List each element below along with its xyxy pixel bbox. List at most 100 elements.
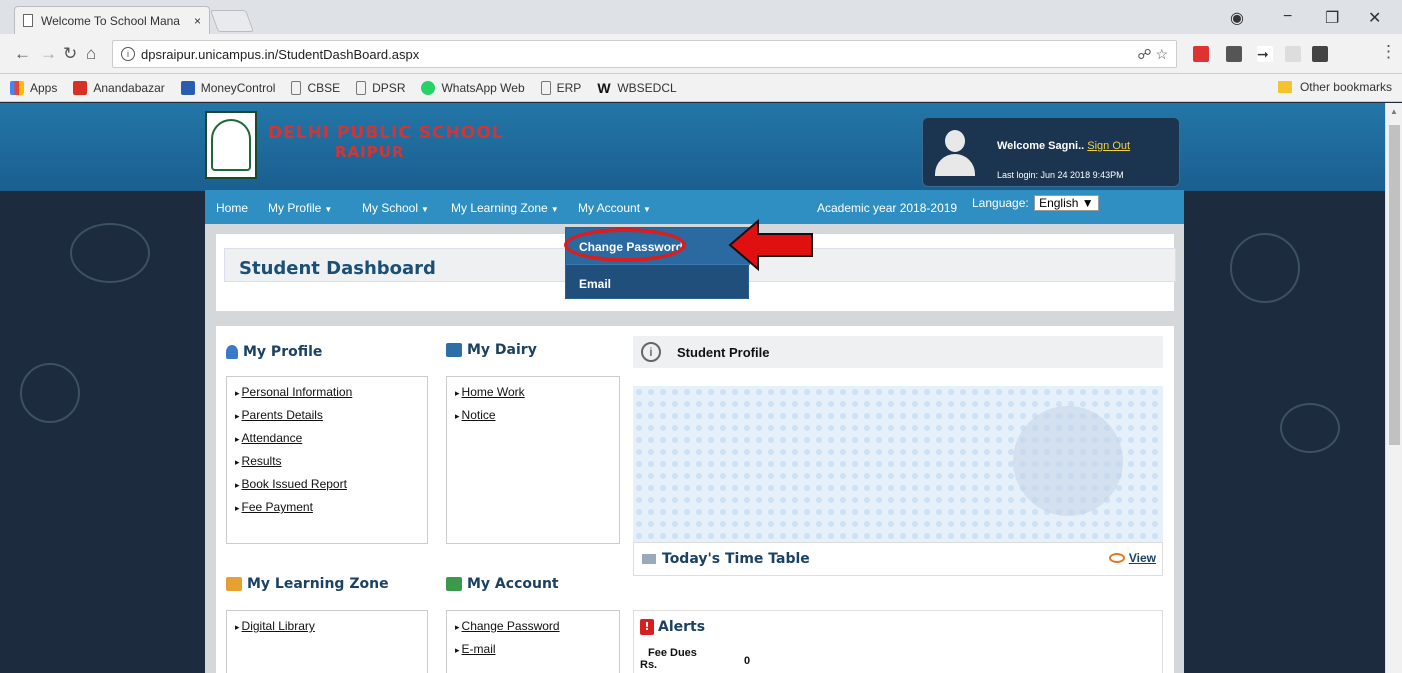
scroll-thumb[interactable]	[1389, 125, 1400, 445]
info-icon: i	[641, 342, 661, 362]
anandabazar-icon	[73, 80, 88, 95]
decor-doodle	[20, 363, 80, 423]
home-icon[interactable]: ⌂	[86, 44, 96, 64]
page-icon	[23, 14, 33, 27]
minimize-icon[interactable]: −	[1283, 8, 1292, 26]
browser-tabbar: Welcome To School Mana × ◉ − ❐ ✕	[0, 0, 1402, 34]
tab-close-icon[interactable]: ×	[194, 14, 201, 28]
address-toolbar: ← → ↻ ⌂ i dpsraipur.unicampus.in/Student…	[0, 34, 1402, 74]
my-account-list: Change Password E-mail	[446, 610, 620, 673]
caret-down-icon: ▼	[324, 205, 333, 214]
site-info-icon[interactable]: i	[121, 47, 135, 61]
link-email[interactable]: E-mail	[455, 642, 611, 656]
school-name: DELHI PUBLIC SCHOOL	[268, 123, 504, 143]
link-change-password[interactable]: Change Password	[455, 619, 611, 633]
alerts-box: ! Alerts Fee Dues Rs. 0	[633, 610, 1163, 673]
bookmark-cbse[interactable]: CBSE	[291, 80, 340, 95]
caret-down-icon: ▼	[421, 205, 429, 214]
link-fee-payment[interactable]: Fee Payment	[235, 500, 419, 514]
academic-year: Academic year 2018-2019	[817, 201, 958, 215]
back-icon[interactable]: ←	[14, 44, 31, 64]
url-text: dpsraipur.unicampus.in/StudentDashBoard.…	[141, 46, 420, 62]
my-account-heading: My Account	[446, 576, 559, 592]
page-scrollbar[interactable]: ▲	[1385, 103, 1402, 673]
page-icon	[291, 80, 302, 95]
browser-tab[interactable]: Welcome To School Mana ×	[14, 6, 210, 34]
extension-icon-4[interactable]	[1312, 46, 1328, 62]
welcome-text: Welcome Sagni.. Sign Out	[997, 140, 1130, 152]
bookmark-star-icon[interactable]: ☍ ☆	[1137, 46, 1168, 63]
url-bar[interactable]: i dpsraipur.unicampus.in/StudentDashBoar…	[112, 40, 1177, 68]
menu-my-school[interactable]: My School ▼	[362, 201, 429, 215]
page-title: Student Dashboard	[239, 258, 436, 279]
school-city: RAIPUR	[335, 143, 405, 161]
whatsapp-icon	[421, 80, 436, 95]
eye-icon	[1108, 553, 1125, 563]
bookmark-anandabazar[interactable]: Anandabazar	[73, 80, 165, 95]
my-learning-zone-list: Digital Library	[226, 610, 428, 673]
moneycontrol-icon	[180, 80, 195, 95]
student-photo	[1013, 406, 1123, 516]
fee-dues-value: 0	[744, 655, 751, 667]
welcome-box: Welcome Sagni.. Sign Out Last login: Jun…	[922, 117, 1180, 187]
maximize-icon[interactable]: ❐	[1325, 8, 1339, 28]
link-notice[interactable]: Notice	[455, 408, 611, 422]
main-menu: Home My Profile ▼ My School ▼ My Learning …	[205, 190, 1184, 224]
caret-down-icon: ▼	[643, 205, 651, 214]
menu-my-learning-zone[interactable]: My Learning Zone ▼	[451, 201, 559, 215]
my-dairy-list: Home Work Notice	[446, 376, 620, 544]
bookmark-dpsr[interactable]: DPSR	[356, 80, 405, 95]
bookmark-erp[interactable]: ERP	[540, 80, 581, 95]
link-book-issued-report[interactable]: Book Issued Report	[235, 477, 419, 491]
book-icon	[446, 343, 462, 357]
close-window-icon[interactable]: ✕	[1368, 8, 1381, 28]
alert-icon: !	[640, 619, 654, 635]
calendar-icon	[642, 554, 656, 564]
welcome-user: Welcome Sagni..	[997, 140, 1085, 152]
tab-title: Welcome To School Mana	[41, 13, 180, 28]
link-personal-information[interactable]: Personal Information	[235, 385, 419, 399]
menu-my-account[interactable]: My Account ▼	[578, 201, 651, 215]
bookmark-whatsapp[interactable]: WhatsApp Web	[421, 80, 525, 95]
timetable-row: Today's Time Table View	[633, 542, 1163, 576]
last-login: Last login: Jun 24 2018 9:43PM	[997, 170, 1124, 180]
view-timetable-link[interactable]: View	[1108, 551, 1156, 565]
web-page: DELHI PUBLIC SCHOOL RAIPUR Welcome Sagni…	[0, 103, 1385, 673]
pointer-arrow-icon	[728, 219, 813, 271]
scroll-up-icon[interactable]: ▲	[1390, 107, 1398, 116]
my-profile-list: Personal Information Parents Details Att…	[226, 376, 428, 544]
link-attendance[interactable]: Attendance	[235, 431, 419, 445]
dashboard-main: My Profile Personal Information Parents …	[216, 326, 1174, 673]
extension-icon-1[interactable]	[1193, 46, 1209, 62]
decor-doodle	[1280, 403, 1340, 453]
link-digital-library[interactable]: Digital Library	[235, 619, 419, 633]
bookmark-apps[interactable]: Apps	[10, 80, 57, 95]
dropdown-email[interactable]: Email	[566, 264, 750, 300]
avatar	[935, 130, 975, 176]
extension-icon-3[interactable]	[1285, 46, 1301, 62]
extension-icon-2[interactable]	[1226, 46, 1242, 62]
decor-doodle	[70, 223, 150, 283]
profile-icon[interactable]: ◉	[1230, 8, 1244, 28]
menu-my-profile[interactable]: My Profile ▼	[268, 201, 332, 215]
menu-home[interactable]: Home	[216, 201, 248, 215]
other-bookmarks[interactable]: Other bookmarks	[1277, 80, 1392, 94]
page-icon	[356, 80, 367, 95]
sign-out-link[interactable]: Sign Out	[1087, 140, 1130, 152]
account-icon	[446, 577, 462, 591]
student-profile-heading: i Student Profile	[633, 336, 1163, 368]
reload-icon[interactable]: ↻	[63, 44, 77, 64]
new-tab-button[interactable]	[209, 10, 255, 32]
forward-icon[interactable]: →	[40, 44, 57, 64]
bookmark-wbsedcl[interactable]: W WBSEDCL	[597, 81, 676, 95]
timetable-title: Today's Time Table	[662, 551, 810, 567]
link-results[interactable]: Results	[235, 454, 419, 468]
language-select[interactable]: English ▼	[1034, 195, 1099, 211]
my-learning-zone-heading: My Learning Zone	[226, 576, 389, 592]
link-home-work[interactable]: Home Work	[455, 385, 611, 399]
menu-kebab-icon[interactable]: ⋮	[1380, 42, 1397, 62]
share-icon[interactable]: ➞	[1257, 46, 1273, 62]
link-parents-details[interactable]: Parents Details	[235, 408, 419, 422]
bookmark-moneycontrol[interactable]: MoneyControl	[180, 80, 275, 95]
user-icon	[226, 345, 238, 359]
